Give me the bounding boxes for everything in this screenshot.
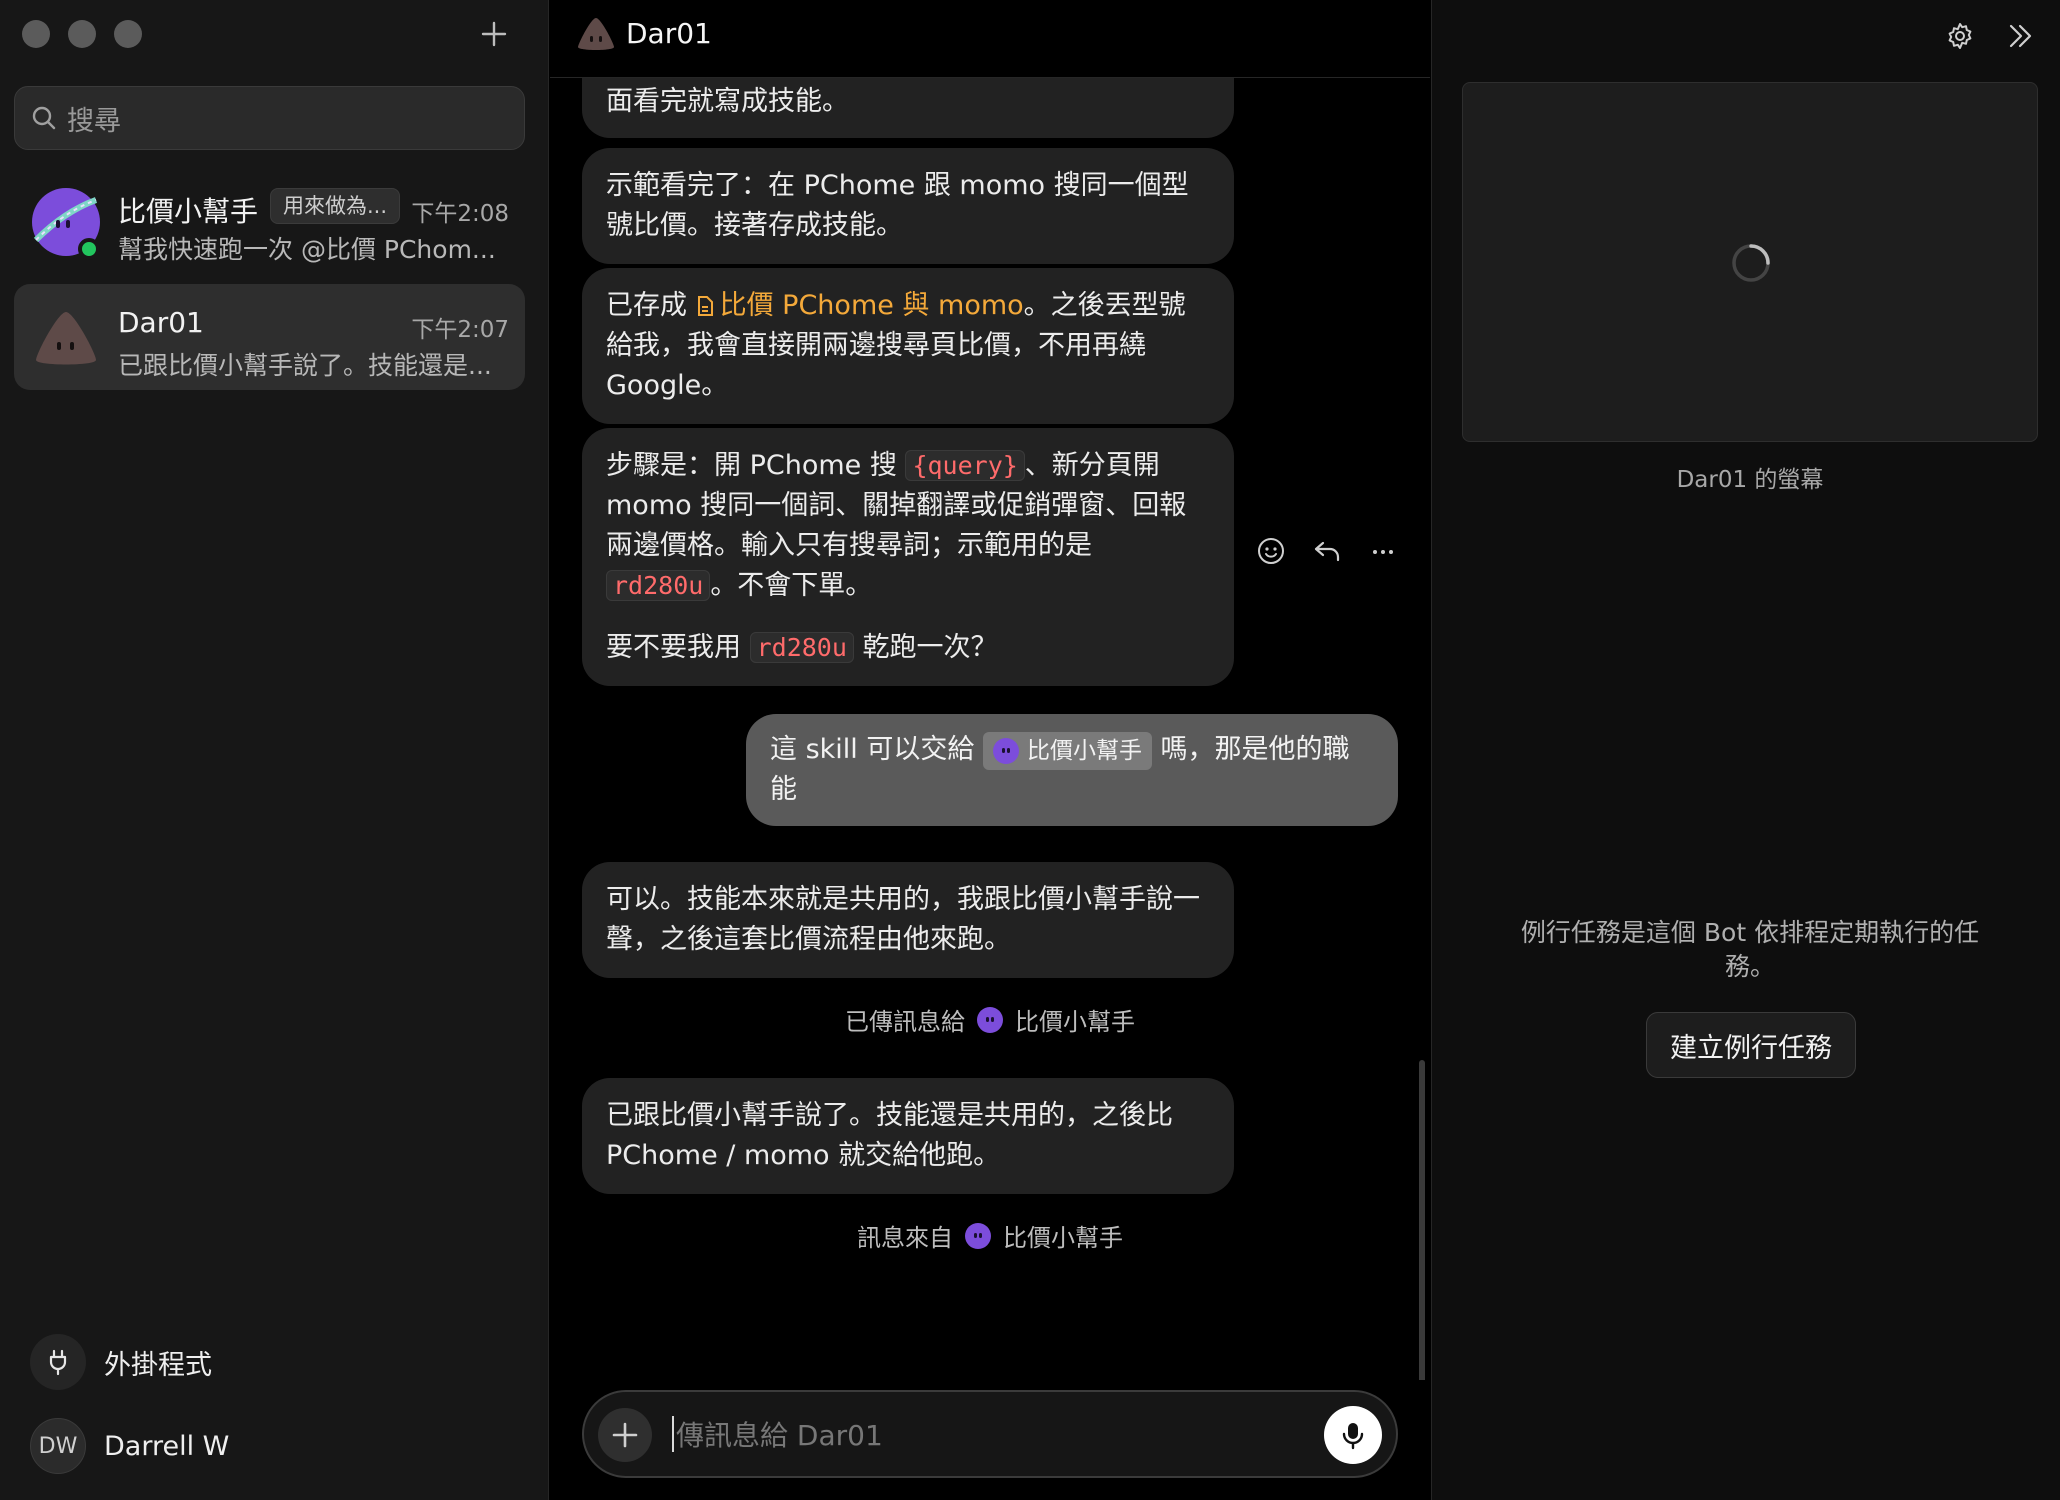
bot-avatar <box>578 18 614 50</box>
plus-icon <box>612 1422 638 1448</box>
bot-avatar-icon <box>992 737 1019 764</box>
spinner-icon <box>1732 244 1770 282</box>
skill-name: 比價 PChome 與 momo <box>719 290 1024 321</box>
bot-avatar-icon <box>965 1222 991 1249</box>
message-text: 面看完就寫成技能。 <box>606 86 849 117</box>
message-paragraph: 要不要我用 rd280u 乾跑一次？ <box>606 628 1210 668</box>
user-name: Darrell W <box>104 1430 230 1462</box>
plugins-label: 外掛程式 <box>104 1349 212 1381</box>
chevrons-right-icon <box>2009 24 2032 48</box>
app-window: 搜尋 比價小幫手 用來做為... 下午2:08 幫我快速跑一次 @比價 PCho… <box>0 0 2060 1500</box>
bot-message: 步驟是：開 PChome 搜 {query} 、新分頁開 momo 搜同一個詞、關… <box>582 428 1234 686</box>
message-composer <box>582 1390 1398 1478</box>
mention-chip[interactable]: 比價小幫手 <box>982 731 1152 770</box>
system-event-label: 訊息來自 <box>857 1224 953 1252</box>
system-event-bot[interactable]: 比價小幫手 <box>1003 1218 1123 1253</box>
system-event-label: 已傳訊息給 <box>845 1008 965 1036</box>
search-icon <box>32 106 56 130</box>
inline-code: {query} <box>905 450 1025 481</box>
system-event: 已傳訊息給 比價小幫手 <box>550 1002 1430 1037</box>
message-text: 步驟是：開 PChome 搜 <box>606 450 906 481</box>
collapse-panel-button[interactable] <box>2000 16 2040 56</box>
mic-icon <box>1342 1423 1364 1450</box>
bot-message: 示範看完了：在 PChome 跟 momo 搜同一個型號比價。接著存成技能。 <box>582 148 1234 264</box>
conversation-badge: 用來做為... <box>270 188 401 224</box>
chat-panel: 面看完就寫成技能。 示範看完了：在 PChome 跟 momo 搜同一個型號比價… <box>550 0 1430 1500</box>
message-text: 這 skill 可以交給 <box>770 734 983 765</box>
new-chat-button[interactable] <box>474 14 514 54</box>
conversation-name: 比價小幫手 <box>118 195 259 228</box>
conversation-preview: 已跟比價小幫手說了。技能還是... <box>118 351 492 380</box>
message-text: 可以。技能本來就是共用的，我跟比價小幫手說一聲，之後這套比價流程由他來跑。 <box>606 884 1200 955</box>
online-status-dot <box>78 238 100 260</box>
search-input[interactable]: 搜尋 <box>14 86 525 150</box>
conversation-time: 下午2:07 <box>411 317 509 343</box>
bot-side-panel: Dar01 的螢幕 例行任務是這個 Bot 依排程定期執行的任務。 建立例行任務 <box>1431 0 2060 1500</box>
user-message: 這 skill 可以交給 比價小幫手 嗎，那是他的職能 <box>746 714 1398 826</box>
user-profile-button[interactable]: DW Darrell W <box>30 1418 229 1474</box>
conversation-item-dar01[interactable]: Dar01 下午2:07 已跟比價小幫手說了。技能還是... <box>14 284 525 390</box>
bot-screen-preview[interactable] <box>1462 82 2038 442</box>
plug-icon <box>30 1334 86 1390</box>
mention-name: 比價小幫手 <box>1026 737 1142 764</box>
more-icon[interactable] <box>1368 536 1398 566</box>
message-list[interactable]: 面看完就寫成技能。 示範看完了：在 PChome 跟 momo 搜同一個型號比價… <box>550 0 1430 1380</box>
message-text: 乾跑一次？ <box>853 632 998 663</box>
system-event-bot[interactable]: 比價小幫手 <box>1015 1002 1135 1037</box>
chat-header: Dar01 <box>550 0 1430 78</box>
routine-description: 例行任務是這個 Bot 依排程定期執行的任務。 <box>1520 918 1980 981</box>
bot-message: 已存成 比價 PChome 與 momo。之後丟型號給我，我會直接開兩邊搜尋頁比… <box>582 268 1234 424</box>
attach-button[interactable] <box>598 1408 652 1462</box>
message-input[interactable] <box>676 1408 1276 1462</box>
bot-message: 可以。技能本來就是共用的，我跟比價小幫手說一聲，之後這套比價流程由他來跑。 <box>582 862 1234 978</box>
message-text: 。不會下單。 <box>710 570 873 601</box>
zoom-window-button[interactable] <box>114 20 142 48</box>
gear-icon <box>1948 23 1972 49</box>
close-window-button[interactable] <box>22 20 50 48</box>
user-avatar: DW <box>30 1418 86 1474</box>
inline-code: rd280u <box>749 632 854 663</box>
inline-code: rd280u <box>606 570 711 601</box>
conversation-item-price-helper[interactable]: 比價小幫手 用來做為... 下午2:08 幫我快速跑一次 @比價 PChom..… <box>14 168 525 274</box>
message-text: 要不要我用 <box>606 632 750 663</box>
voice-input-button[interactable] <box>1324 1406 1382 1464</box>
settings-button[interactable] <box>1940 16 1980 56</box>
scrollbar[interactable] <box>1419 1060 1425 1380</box>
search-placeholder: 搜尋 <box>67 105 121 137</box>
skill-link[interactable]: 比價 PChome 與 momo <box>696 290 1024 321</box>
sidebar: 搜尋 比價小幫手 用來做為... 下午2:08 幫我快速跑一次 @比價 PCho… <box>0 0 549 1500</box>
create-routine-button[interactable]: 建立例行任務 <box>1646 1012 1856 1078</box>
bot-avatar-icon <box>977 1006 1003 1033</box>
text-cursor <box>672 1416 674 1452</box>
reply-icon[interactable] <box>1312 536 1342 566</box>
bot-message: 已跟比價小幫手說了。技能還是共用的，之後比 PChome / momo 就交給他… <box>582 1078 1234 1194</box>
plugins-button[interactable]: 外掛程式 <box>30 1334 212 1390</box>
chat-title: Dar01 <box>626 17 712 50</box>
message-text: 已存成 <box>606 290 696 321</box>
minimize-window-button[interactable] <box>68 20 96 48</box>
screen-caption: Dar01 的螢幕 <box>1676 467 1824 493</box>
conversation-preview: 幫我快速跑一次 @比價 PChom... <box>118 235 496 264</box>
message-paragraph: 步驟是：開 PChome 搜 {query} 、新分頁開 momo 搜同一個詞、關… <box>606 446 1210 606</box>
bot-avatar <box>36 312 96 365</box>
conversation-time: 下午2:08 <box>411 201 509 227</box>
conversation-name: Dar01 <box>118 306 204 339</box>
plus-icon <box>481 21 507 47</box>
message-text: 示範看完了：在 PChome 跟 momo 搜同一個型號比價。接著存成技能。 <box>606 170 1189 241</box>
skill-file-icon <box>697 296 713 316</box>
system-event: 訊息來自 比價小幫手 <box>550 1218 1430 1253</box>
smile-icon[interactable] <box>1256 536 1286 566</box>
window-controls <box>22 20 142 48</box>
message-actions <box>1256 536 1398 566</box>
message-text: 已跟比價小幫手說了。技能還是共用的，之後比 PChome / momo 就交給他… <box>606 1100 1173 1171</box>
